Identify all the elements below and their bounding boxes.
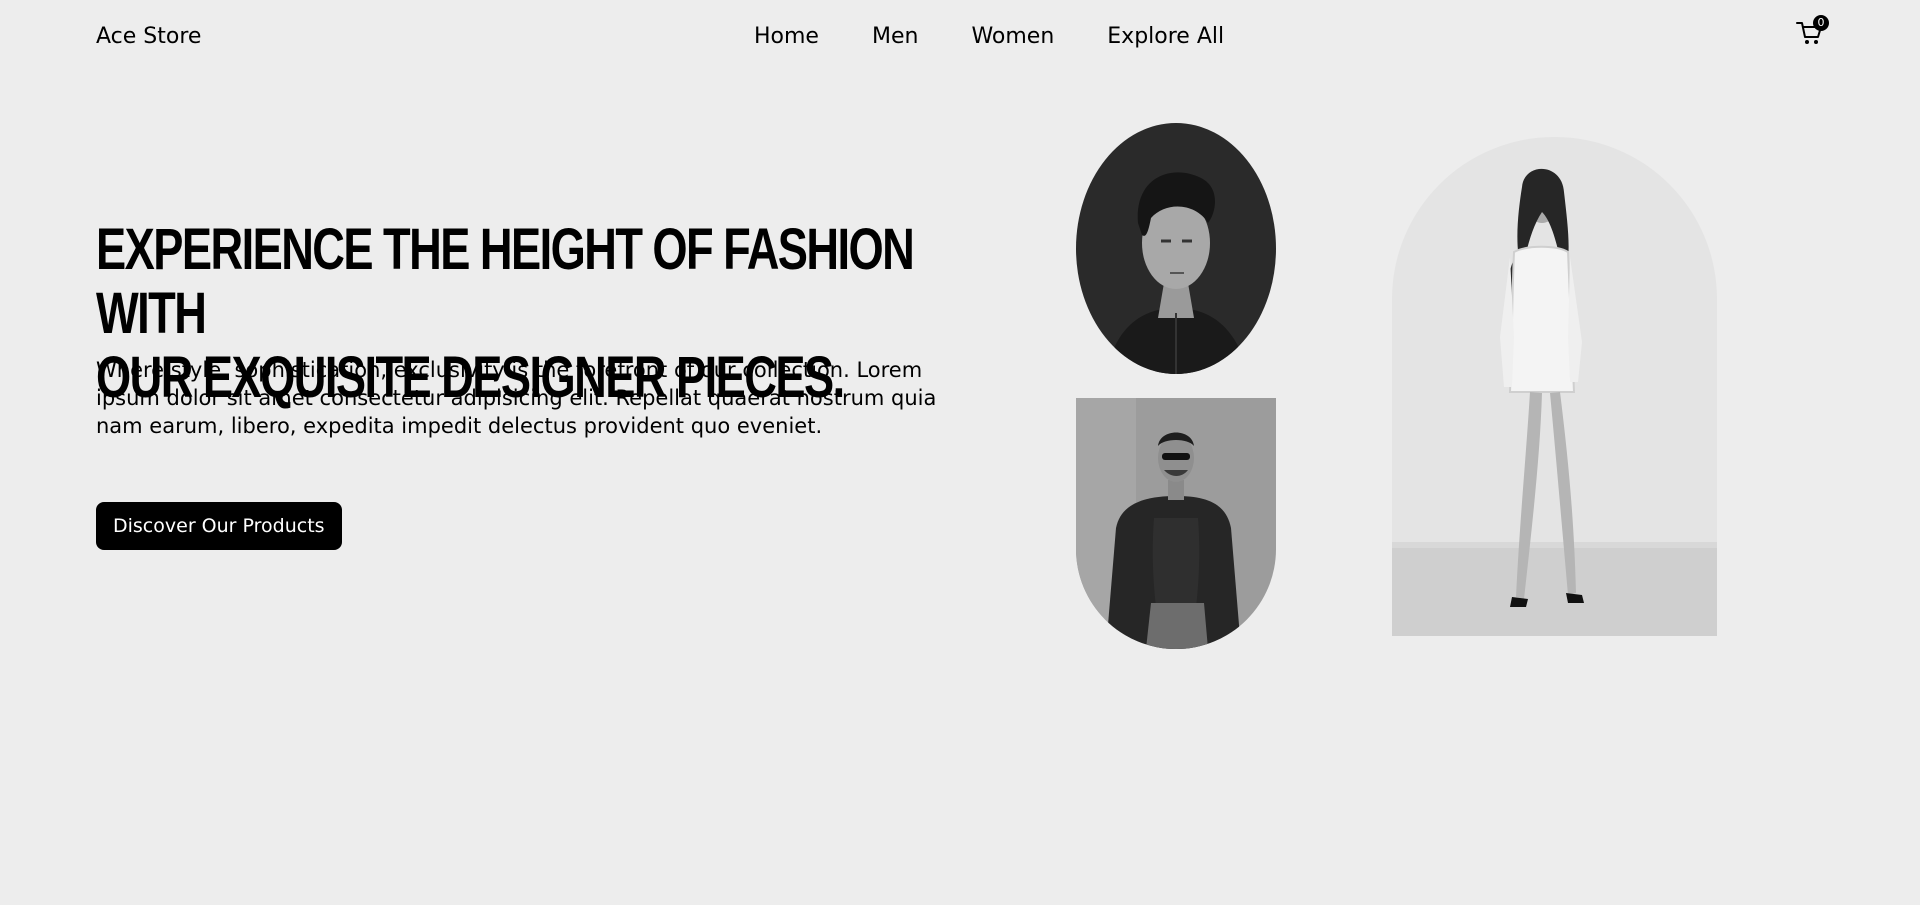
nav-men[interactable]: Men [872, 24, 918, 49]
brand-logo[interactable]: Ace Store [96, 24, 201, 49]
page: Ace Store Home Men Women Explore All 0 E… [0, 0, 1920, 905]
nav-home[interactable]: Home [754, 24, 819, 49]
discover-products-button[interactable]: Discover Our Products [96, 502, 342, 550]
nav-explore-all[interactable]: Explore All [1107, 24, 1224, 49]
hero-title-line-1: EXPERIENCE THE HEIGHT OF FASHION WITH [96, 217, 915, 346]
man-sunglasses-photo [1076, 398, 1276, 649]
hero-description: Where style, sophistication, exclusivity… [96, 358, 937, 438]
cart-count-badge: 0 [1813, 15, 1829, 31]
man-portrait-photo [1076, 123, 1276, 374]
nav-women[interactable]: Women [971, 24, 1054, 49]
woman-full-length-photo [1392, 137, 1717, 636]
main-nav: Home Men Women Explore All [754, 24, 1224, 49]
